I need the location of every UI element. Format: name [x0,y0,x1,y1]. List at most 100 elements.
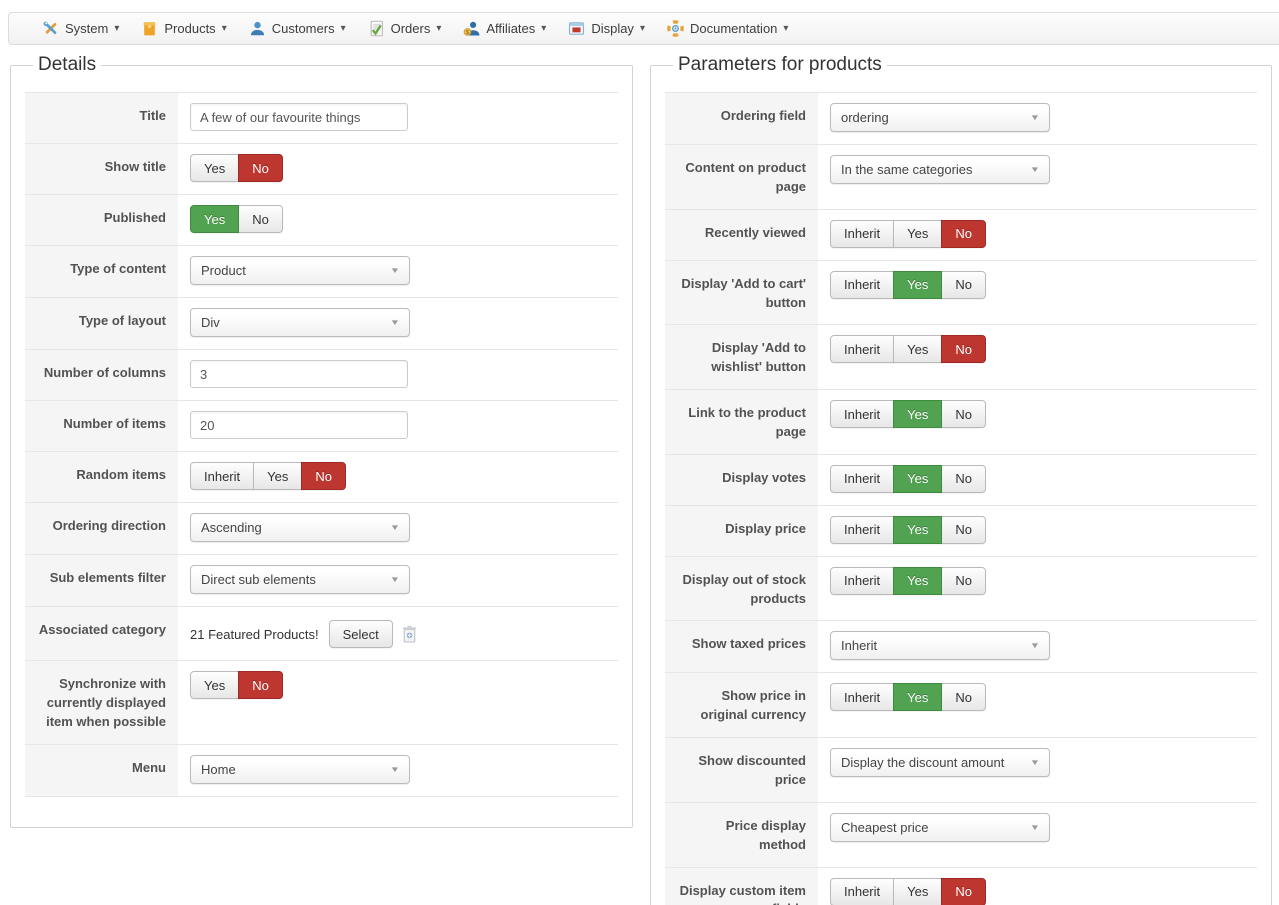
nav-item-display[interactable]: Display▾ [557,13,656,44]
form-row: Type of layoutDiv▼ [25,298,618,350]
display-add-to-wishlist-button-inherit-button[interactable]: Inherit [830,335,894,363]
link-to-the-product-page-no-button[interactable]: No [941,400,986,428]
display-custom-item-fields-toggle-group: InheritYesNo [830,878,986,905]
show-price-in-original-currency-inherit-button[interactable]: Inherit [830,683,894,711]
display-add-to-wishlist-button-no-button[interactable]: No [941,335,986,363]
form-row: Display 'Add to cart' button InheritYesNo [665,261,1257,326]
display-custom-item-fields-yes-button[interactable]: Yes [893,878,942,905]
link-to-the-product-page-yes-button[interactable]: Yes [893,400,942,428]
number-of-items-input[interactable] [190,411,408,439]
form-row: Random itemsInheritYesNo [25,452,618,503]
form-row: Recently viewed InheritYesNo [665,210,1257,261]
field-label-link-to-the-product-page: Link to the product page [665,390,818,454]
content-on-product-page-select[interactable]: In the same categories ▼ [830,155,1050,184]
display-votes-inherit-button[interactable]: Inherit [830,465,894,493]
associated-category-select-button[interactable]: Select [329,620,393,648]
published-yes-button[interactable]: Yes [190,205,239,233]
associated-category-text: 21 Featured Products! [190,627,319,642]
display-votes-no-button[interactable]: No [941,465,986,493]
field-label-published: Published [25,195,178,245]
display-price-inherit-button[interactable]: Inherit [830,516,894,544]
random-items-yes-button[interactable]: Yes [253,462,302,490]
associated-category-value: 21 Featured Products! Select [190,617,417,648]
random-items-inherit-button[interactable]: Inherit [190,462,254,490]
link-to-the-product-page-inherit-button[interactable]: Inherit [830,400,894,428]
form-row: Display out of stock productsInheritYesN… [665,557,1257,622]
field-label-menu: Menu [25,745,178,796]
synchronize-with-currently-displayed-item-when-possible-no-button[interactable]: No [238,671,283,699]
recently-viewed-yes-button[interactable]: Yes [893,220,942,248]
ordering-field-select[interactable]: ordering▼ [830,103,1050,132]
form-row: Type of contentProduct▼ [25,246,618,298]
recently-viewed-inherit-button[interactable]: Inherit [830,220,894,248]
display-out-of-stock-products-inherit-button[interactable]: Inherit [830,567,894,595]
display-price-yes-button[interactable]: Yes [893,516,942,544]
display-add-to-cart-button-toggle-group: InheritYesNo [830,271,986,299]
ordering-field-select-value: ordering [841,110,889,125]
form-row: Price display methodCheapest price▼ [665,803,1257,868]
nav-item-label: Products [164,21,215,36]
field-label-show-title: Show title [25,144,178,194]
menu-select[interactable]: Home▼ [190,755,410,784]
nav-item-documentation[interactable]: Documentation▾ [656,13,799,44]
content-on-product-page-select-value: In the same categories [841,162,973,177]
random-items-no-button[interactable]: No [301,462,346,490]
display-custom-item-fields-no-button[interactable]: No [941,878,986,905]
title-input[interactable] [190,103,408,131]
nav-item-orders[interactable]: Orders▾ [357,13,453,44]
show-price-in-original-currency-no-button[interactable]: No [941,683,986,711]
form-row: Display priceInheritYesNo [665,506,1257,557]
form-row: Content on product page In the same categ… [665,145,1257,210]
field-label-number-of-columns: Number of columns [25,350,178,400]
nav-item-products[interactable]: Products ▾ [130,13,237,44]
form-row: Ordering fieldordering▼ [665,93,1257,145]
display-add-to-cart-button-no-button[interactable]: No [941,271,986,299]
field-label-display-add-to-cart-button: Display 'Add to cart' button [665,261,818,325]
form-row: Number of items [25,401,618,452]
published-no-button[interactable]: No [238,205,283,233]
display-out-of-stock-products-yes-button[interactable]: Yes [893,567,942,595]
recently-viewed-no-button[interactable]: No [941,220,986,248]
nav-item-system[interactable]: System▾ [31,13,130,44]
nav-item-label: Customers [272,21,335,36]
display-votes-yes-button[interactable]: Yes [893,465,942,493]
form-row: Sub elements filter Direct sub elements▼ [25,555,618,607]
chevron-down-icon: ▼ [1030,165,1040,174]
nav-item-customers[interactable]: Customers▾ [238,13,357,44]
ordering-direction-select[interactable]: Ascending▼ [190,513,410,542]
show-price-in-original-currency-yes-button[interactable]: Yes [893,683,942,711]
display-add-to-wishlist-button-toggle-group: InheritYesNo [830,335,986,363]
show-title-toggle-group: YesNo [190,154,283,182]
nav-item-label: System [65,21,108,36]
display-price-no-button[interactable]: No [941,516,986,544]
display-custom-item-fields-inherit-button[interactable]: Inherit [830,878,894,905]
synchronize-with-currently-displayed-item-when-possible-yes-button[interactable]: Yes [190,671,239,699]
field-label-content-on-product-page: Content on product page [665,145,818,209]
display-add-to-cart-button-inherit-button[interactable]: Inherit [830,271,894,299]
nav-item-affiliates[interactable]: $Affiliates▾ [452,13,557,44]
type-of-layout-select[interactable]: Div▼ [190,308,410,337]
display-add-to-cart-button-yes-button[interactable]: Yes [893,271,942,299]
field-label-display-votes: Display votes [665,455,818,505]
sub-elements-filter-select[interactable]: Direct sub elements▼ [190,565,410,594]
details-panel: Details TitleShow titleYesNoPublishedYes… [10,54,633,828]
link-to-the-product-page-toggle-group: InheritYesNo [830,400,986,428]
chevron-down-icon: ▼ [390,318,400,327]
show-discounted-price-select[interactable]: Display the discount amount▼ [830,748,1050,777]
caret-down-icon: ▾ [222,24,227,34]
details-legend: Details [33,54,101,76]
field-label-recently-viewed: Recently viewed [665,210,818,260]
display-out-of-stock-products-no-button[interactable]: No [941,567,986,595]
show-taxed-prices-select[interactable]: Inherit▼ [830,631,1050,660]
price-display-method-select[interactable]: Cheapest price▼ [830,813,1050,842]
display-add-to-wishlist-button-yes-button[interactable]: Yes [893,335,942,363]
show-title-no-button[interactable]: No [238,154,283,182]
type-of-content-select[interactable]: Product▼ [190,256,410,285]
chevron-down-icon: ▼ [1030,641,1040,650]
field-label-sub-elements-filter: Sub elements filter [25,555,178,606]
show-title-yes-button[interactable]: Yes [190,154,239,182]
form-row: Display votes InheritYesNo [665,455,1257,506]
trash-icon[interactable] [402,625,417,643]
number-of-columns-input[interactable] [190,360,408,388]
field-label-ordering-direction: Ordering direction [25,503,178,554]
